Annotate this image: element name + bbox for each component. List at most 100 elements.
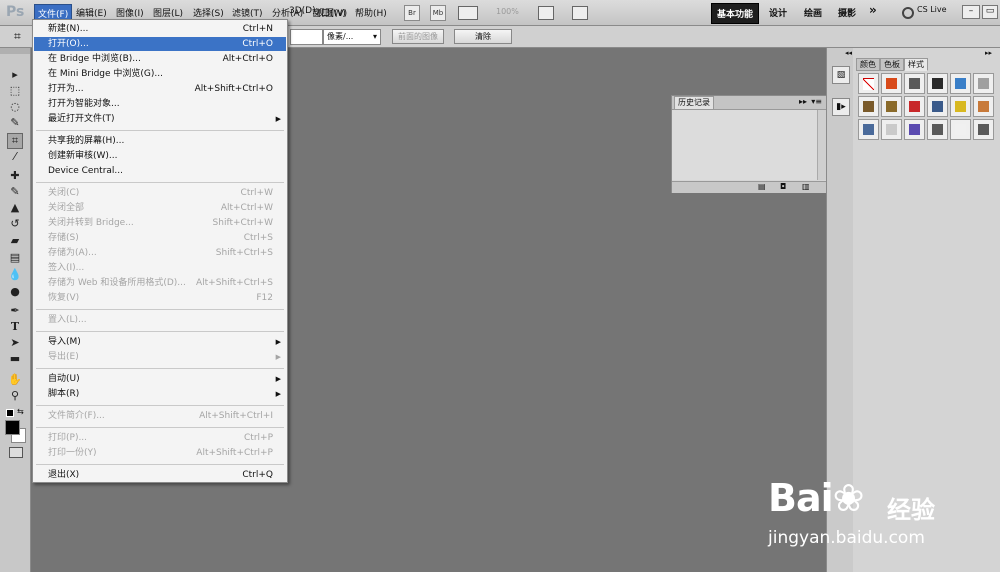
- workspace-essentials[interactable]: 基本功能: [711, 3, 760, 24]
- collapse-icon[interactable]: ▸▸: [985, 49, 992, 57]
- file-menu-item[interactable]: 打印(P)... Ctrl+P: [34, 431, 286, 445]
- file-menu-item[interactable]: 存储为 Web 和设备所用格式(D)... Alt+Shift+Ctrl+S: [34, 276, 286, 290]
- clear-button[interactable]: 清除: [454, 29, 512, 44]
- style-swatch[interactable]: [904, 119, 925, 140]
- zoom-level[interactable]: 100%: [496, 7, 519, 16]
- more-workspaces-button[interactable]: »: [869, 3, 877, 17]
- type-tool-icon[interactable]: T: [8, 320, 22, 334]
- zoom-tool-icon[interactable]: ⚲: [8, 389, 22, 403]
- swap-colors-icon[interactable]: ⇆: [17, 407, 24, 416]
- eyedropper-tool-icon[interactable]: ⁄: [8, 150, 22, 164]
- move-tool-icon[interactable]: ▸: [8, 68, 22, 82]
- file-menu-item[interactable]: 退出(X) Ctrl+Q: [34, 468, 286, 482]
- cslive-button[interactable]: CS Live: [917, 5, 947, 14]
- style-swatch[interactable]: [950, 119, 971, 140]
- file-menu-item[interactable]: 自动(U) ▶: [34, 372, 286, 386]
- brush-tool-icon[interactable]: ✎: [8, 185, 22, 199]
- style-swatch[interactable]: [881, 119, 902, 140]
- clone-stamp-tool-icon[interactable]: ▲: [8, 201, 22, 215]
- style-swatch[interactable]: [881, 73, 902, 94]
- file-menu-item[interactable]: 打开(O)... Ctrl+O: [34, 37, 286, 51]
- file-menu-item[interactable]: 文件简介(F)... Alt+Shift+Ctrl+I: [34, 409, 286, 423]
- file-menu-item[interactable]: 置入(L)...: [34, 313, 286, 327]
- front-image-button[interactable]: 前面的图像: [392, 29, 444, 44]
- style-swatch[interactable]: [927, 73, 948, 94]
- file-menu-item[interactable]: 在 Bridge 中浏览(B)... Alt+Ctrl+O: [34, 52, 286, 66]
- tab-swatches[interactable]: 色板: [880, 58, 904, 71]
- crop-tool-icon[interactable]: ⌗: [7, 133, 23, 149]
- style-swatch[interactable]: [858, 119, 879, 140]
- menu-filter[interactable]: 滤镜(T): [232, 6, 263, 19]
- marquee-tool-icon[interactable]: ⬚: [8, 84, 22, 98]
- menu-edit[interactable]: 编辑(E): [76, 6, 107, 19]
- workspace-design[interactable]: 设计: [769, 6, 787, 19]
- file-menu-item[interactable]: 打印一份(Y) Alt+Shift+Ctrl+P: [34, 446, 286, 460]
- minibridge-button[interactable]: Mb: [430, 5, 446, 21]
- style-swatch[interactable]: [973, 73, 994, 94]
- style-swatch[interactable]: [973, 96, 994, 117]
- history-list[interactable]: [672, 110, 817, 180]
- trash-icon[interactable]: ▥: [802, 182, 810, 191]
- file-menu-item[interactable]: Device Central...: [34, 164, 286, 178]
- path-selection-tool-icon[interactable]: ➤: [8, 336, 22, 350]
- eraser-tool-icon[interactable]: ▰: [8, 234, 22, 248]
- file-menu-item[interactable]: 导出(E) ▶: [34, 350, 286, 364]
- file-menu-item[interactable]: 打开为... Alt+Shift+Ctrl+O: [34, 82, 286, 96]
- menu-image[interactable]: 图像(I): [116, 6, 144, 19]
- file-menu-item[interactable]: 存储(S) Ctrl+S: [34, 231, 286, 245]
- file-menu-item[interactable]: 恢复(V) F12: [34, 291, 286, 305]
- collapse-panel-icon[interactable]: ▸▸: [799, 97, 807, 106]
- minimize-button[interactable]: –: [962, 5, 980, 19]
- lasso-tool-icon[interactable]: ◌: [8, 100, 22, 114]
- style-swatch[interactable]: [904, 96, 925, 117]
- menu-help[interactable]: 帮助(H): [355, 6, 387, 19]
- crop-tool-preset-icon[interactable]: ⌗: [14, 29, 21, 44]
- history-tab[interactable]: 历史记录: [674, 96, 714, 110]
- healing-brush-tool-icon[interactable]: ✚: [8, 169, 22, 183]
- file-menu-item[interactable]: 签入(I)...: [34, 261, 286, 275]
- history-panel-icon[interactable]: ▧: [832, 66, 850, 84]
- pen-tool-icon[interactable]: ✒: [8, 304, 22, 318]
- style-swatch[interactable]: [904, 73, 925, 94]
- tab-styles[interactable]: 样式: [904, 58, 928, 71]
- bridge-button[interactable]: Br: [404, 5, 420, 21]
- style-swatch[interactable]: [927, 96, 948, 117]
- blur-tool-icon[interactable]: 💧: [8, 268, 22, 282]
- quick-mask-icon[interactable]: [9, 447, 23, 458]
- quick-select-tool-icon[interactable]: ✎: [8, 116, 22, 130]
- toolbox-header[interactable]: [0, 48, 30, 54]
- file-menu-item[interactable]: 存储为(A)... Shift+Ctrl+S: [34, 246, 286, 260]
- expand-panels-icon[interactable]: ◂◂: [845, 49, 852, 57]
- actions-panel-icon[interactable]: ▮▸: [832, 98, 850, 116]
- history-brush-tool-icon[interactable]: ↺: [8, 217, 22, 231]
- file-menu-item[interactable]: 共享我的屏幕(H)...: [34, 134, 286, 148]
- snapshot-icon[interactable]: ◘: [780, 182, 786, 191]
- file-menu-item[interactable]: 最近打开文件(T) ▶: [34, 112, 286, 126]
- view-extras-icon[interactable]: [458, 6, 478, 20]
- new-document-from-state-icon[interactable]: ▤: [758, 182, 766, 191]
- file-menu-item[interactable]: 新建(N)... Ctrl+N: [34, 22, 286, 36]
- file-menu-item[interactable]: 创建新审核(W)...: [34, 149, 286, 163]
- file-menu-item[interactable]: 关闭(C) Ctrl+W: [34, 186, 286, 200]
- file-menu-item[interactable]: 导入(M) ▶: [34, 335, 286, 349]
- style-swatch[interactable]: [973, 119, 994, 140]
- panel-menu-icon[interactable]: ▾≡: [811, 97, 822, 106]
- workspace-photography[interactable]: 摄影: [838, 6, 856, 19]
- resolution-input[interactable]: [290, 29, 323, 45]
- default-colors-icon[interactable]: [6, 409, 14, 417]
- foreground-color-swatch[interactable]: [5, 420, 20, 435]
- screen-mode-icon[interactable]: [572, 6, 588, 20]
- menu-layer[interactable]: 图层(L): [153, 6, 183, 19]
- workspace-painting[interactable]: 绘画: [804, 6, 822, 19]
- style-swatch[interactable]: [950, 96, 971, 117]
- style-swatch[interactable]: [881, 96, 902, 117]
- hand-tool-icon[interactable]: ✋: [8, 373, 22, 387]
- resolution-unit-select[interactable]: 像素/... ▾: [323, 29, 381, 45]
- style-swatch[interactable]: [858, 73, 879, 94]
- style-swatch[interactable]: [950, 73, 971, 94]
- shape-tool-icon[interactable]: ▬: [8, 352, 22, 366]
- menu-select[interactable]: 选择(S): [193, 6, 224, 19]
- file-menu-item[interactable]: 关闭并转到 Bridge... Shift+Ctrl+W: [34, 216, 286, 230]
- file-menu-item[interactable]: 关闭全部 Alt+Ctrl+W: [34, 201, 286, 215]
- style-swatch[interactable]: [858, 96, 879, 117]
